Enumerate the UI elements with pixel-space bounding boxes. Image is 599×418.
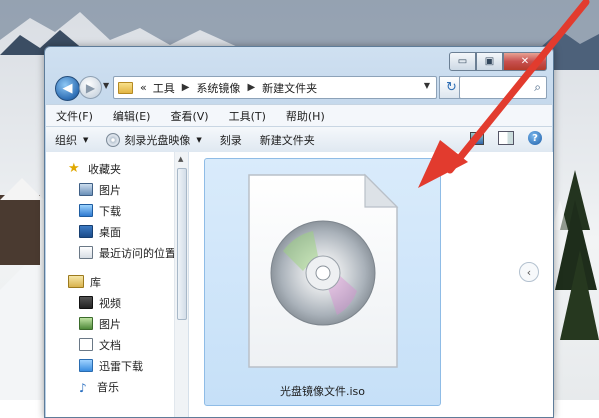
- sidebar-item-label: 桌面: [99, 225, 121, 239]
- menu-edit[interactable]: 编辑(E): [103, 108, 161, 124]
- sidebar-item-pictures[interactable]: 图片: [46, 179, 174, 200]
- sidebar-item-music[interactable]: ♪ 音乐: [46, 376, 174, 397]
- sidebar-item-videos[interactable]: 视频: [46, 292, 174, 313]
- sidebar-item-label: 图片: [99, 183, 121, 197]
- explorer-window: ▭ ▣ ✕ ◀ ▶ ▼ « 工具 ▶ 系统镜像 ▶ 新建文件夹 ▼ ↻ ⌕ 文件…: [44, 46, 554, 418]
- caption-buttons: ▭ ▣ ✕: [449, 52, 547, 71]
- pictures-library-icon: [79, 317, 93, 330]
- menu-tools[interactable]: 工具(T): [219, 108, 276, 124]
- expand-pane-icon[interactable]: ‹: [519, 262, 539, 282]
- navigation-pane: ★ 收藏夹 图片 下载 桌面 最近访问的位置 库 视频 图片 文档 迅雷下载 ♪…: [46, 152, 189, 417]
- sidebar-item-label: 音乐: [97, 380, 119, 394]
- disc-image-file-icon: [248, 173, 399, 368]
- menu-bar: 文件(F) 编辑(E) 查看(V) 工具(T) 帮助(H): [46, 104, 552, 126]
- file-name-label: 光盘镜像文件.iso: [279, 385, 365, 398]
- command-bar: 组织 ▼ 刻录光盘映像 ▼ 刻录 新建文件夹 ?: [46, 126, 552, 153]
- scroll-up-icon[interactable]: ▲: [178, 155, 183, 163]
- breadcrumb-item-system-image[interactable]: 系统镜像: [193, 80, 243, 96]
- organize-button[interactable]: 组织 ▼: [46, 132, 97, 148]
- organize-label: 组织: [55, 133, 77, 147]
- breadcrumb-item-new-folder[interactable]: 新建文件夹: [259, 80, 320, 96]
- pictures-folder-icon: [79, 183, 93, 196]
- downloads-folder-icon: [79, 204, 93, 217]
- navigation-tree: ★ 收藏夹 图片 下载 桌面 最近访问的位置 库 视频 图片 文档 迅雷下载 ♪…: [46, 158, 176, 397]
- new-folder-button[interactable]: 新建文件夹: [251, 132, 324, 148]
- address-dropdown-icon[interactable]: ▼: [424, 81, 430, 90]
- minimize-button[interactable]: ▭: [449, 52, 476, 71]
- search-input[interactable]: ⌕: [459, 76, 547, 99]
- menu-help[interactable]: 帮助(H): [276, 108, 335, 124]
- desktop-icon: [79, 225, 93, 238]
- file-item-iso[interactable]: 光盘镜像文件.iso: [204, 158, 441, 406]
- sidebar-item-label: 图片: [99, 317, 121, 331]
- toolbar-right-group: ?: [470, 131, 542, 145]
- address-bar[interactable]: « 工具 ▶ 系统镜像 ▶ 新建文件夹 ▼: [113, 76, 437, 99]
- breadcrumb-separator-icon[interactable]: ▶: [243, 82, 259, 93]
- navigation-row: ◀ ▶ ▼ « 工具 ▶ 系统镜像 ▶ 新建文件夹 ▼ ↻ ⌕: [51, 73, 547, 101]
- video-library-icon: [79, 296, 93, 309]
- sidebar-item-favorites[interactable]: ★ 收藏夹: [46, 158, 174, 179]
- sidebar-item-downloads[interactable]: 下载: [46, 200, 174, 221]
- sidebar-item-label: 文档: [99, 338, 121, 352]
- chevron-down-icon: ▼: [83, 135, 89, 144]
- star-icon: ★: [68, 160, 80, 176]
- recent-places-icon: [79, 246, 93, 259]
- maximize-button[interactable]: ▣: [476, 52, 503, 71]
- file-list-pane: 光盘镜像文件.iso ‹: [189, 152, 553, 417]
- chevron-down-icon: ▼: [196, 135, 202, 144]
- menu-view[interactable]: 查看(V): [160, 108, 218, 124]
- search-icon: ⌕: [534, 80, 541, 94]
- disc-icon: [106, 132, 121, 147]
- refresh-icon: ↻: [446, 80, 457, 95]
- breadcrumb: « 工具 ▶ 系统镜像 ▶ 新建文件夹: [137, 80, 320, 96]
- burn-button[interactable]: 刻录: [211, 132, 251, 148]
- music-note-icon: ♪: [79, 381, 87, 395]
- sidebar-item-label: 库: [90, 275, 101, 289]
- new-folder-label: 新建文件夹: [259, 133, 315, 147]
- scrollbar-thumb[interactable]: [177, 168, 187, 320]
- sidebar-item-desktop[interactable]: 桌面: [46, 221, 174, 242]
- close-button[interactable]: ✕: [503, 52, 547, 71]
- sidebar-item-documents[interactable]: 文档: [46, 334, 174, 355]
- burn-label: 刻录: [219, 133, 242, 147]
- sidebar-item-label: 最近访问的位置: [99, 246, 176, 260]
- thunder-download-icon: [79, 359, 93, 372]
- sidebar-item-thunder-downloads[interactable]: 迅雷下载: [46, 355, 174, 376]
- breadcrumb-separator-icon[interactable]: ▶: [178, 82, 194, 93]
- burn-disc-image-button[interactable]: 刻录光盘映像 ▼: [97, 132, 210, 148]
- burn-disc-image-label: 刻录光盘映像: [124, 133, 191, 147]
- sidebar-item-libraries[interactable]: 库: [46, 271, 174, 292]
- sidebar-item-label: 下载: [99, 204, 121, 218]
- change-view-icon[interactable]: [470, 131, 484, 145]
- help-icon[interactable]: ?: [528, 131, 542, 145]
- sidebar-item-label: 视频: [99, 296, 121, 310]
- forward-arrow-icon[interactable]: ▶: [79, 76, 102, 99]
- sidebar-item-recent-places[interactable]: 最近访问的位置: [46, 242, 176, 263]
- menu-file[interactable]: 文件(F): [46, 108, 103, 124]
- recent-pages-dropdown[interactable]: ▼: [103, 81, 109, 90]
- back-arrow-icon[interactable]: ◀: [55, 76, 80, 101]
- folder-icon: [118, 81, 133, 94]
- preview-pane-icon[interactable]: [498, 131, 514, 145]
- libraries-icon: [68, 275, 84, 288]
- sidebar-item-label: 收藏夹: [88, 162, 121, 176]
- sidebar-item-library-pictures[interactable]: 图片: [46, 313, 174, 334]
- sidebar-item-label: 迅雷下载: [99, 359, 143, 373]
- breadcrumb-item-tools[interactable]: 工具: [150, 80, 178, 96]
- navigation-scrollbar[interactable]: ▲: [174, 152, 188, 417]
- breadcrumb-overflow[interactable]: «: [137, 81, 150, 94]
- documents-library-icon: [79, 338, 93, 351]
